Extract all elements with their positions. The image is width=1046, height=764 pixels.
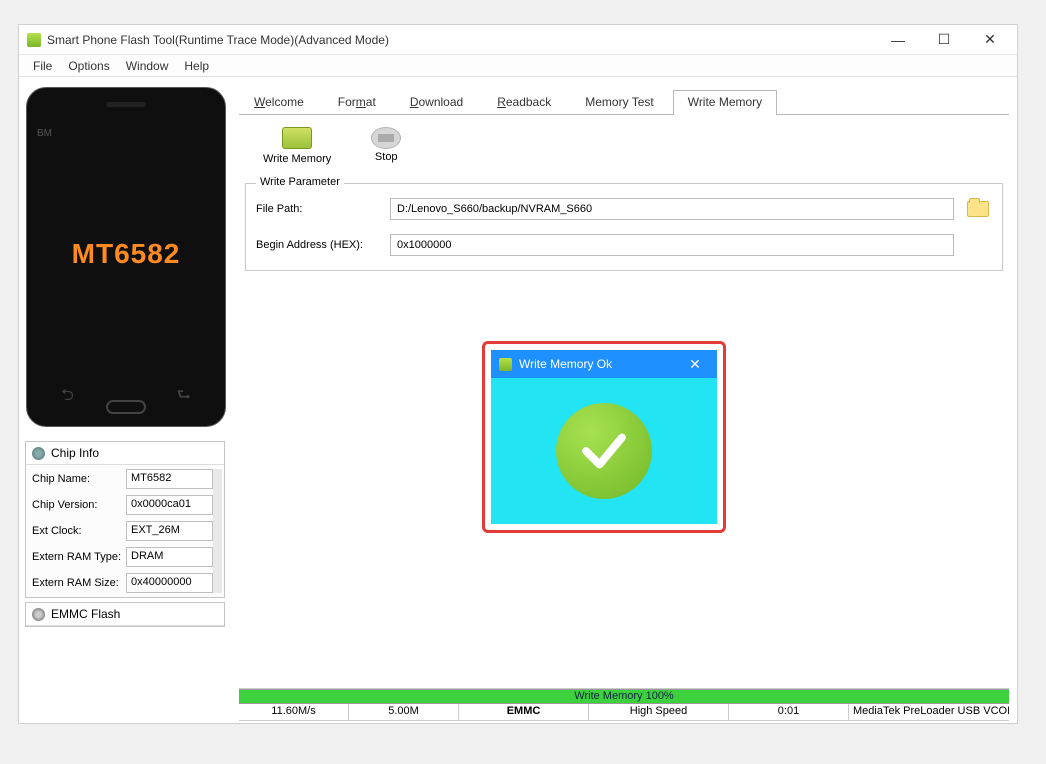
chip-info-header: Chip Info — [51, 446, 99, 460]
begin-address-input[interactable] — [390, 234, 954, 256]
tab-format[interactable]: Format — [323, 90, 391, 115]
ram-size-value: 0x40000000 — [126, 573, 213, 593]
status-speed: 11.60M/s — [239, 704, 349, 721]
phone-nav-right-icon: ⮑ — [177, 384, 191, 411]
phone-preview: BM MT6582 ⮌ ⮑ — [26, 87, 226, 427]
write-memory-ok-dialog: Write Memory Ok ✕ — [482, 341, 726, 533]
phone-home-icon — [106, 400, 146, 414]
status-time: 0:01 — [729, 704, 849, 721]
tab-memory-test[interactable]: Memory Test — [570, 90, 668, 115]
chip-info-panel: Chip Info Chip Name: MT6582 Chip Version… — [25, 441, 225, 598]
stop-icon — [371, 127, 401, 149]
progress-bar: Write Memory 100% — [239, 689, 1009, 704]
maximize-button[interactable]: ☐ — [921, 26, 967, 54]
minimize-button[interactable]: — — [875, 26, 921, 54]
folder-icon — [967, 201, 989, 217]
menu-help[interactable]: Help — [176, 57, 217, 75]
write-parameter-fieldset: Write Parameter File Path: Begin Address… — [245, 183, 1003, 271]
fieldset-legend: Write Parameter — [256, 176, 344, 188]
browse-button[interactable] — [964, 198, 992, 220]
phone-nav-left-icon: ⮌ — [61, 384, 74, 411]
gear-icon — [32, 608, 45, 621]
window-title: Smart Phone Flash Tool(Runtime Trace Mod… — [47, 33, 389, 47]
phone-bm: BM — [37, 128, 52, 139]
success-check-icon — [556, 403, 652, 499]
ext-clock-value: EXT_26M — [126, 521, 213, 541]
menubar: File Options Window Help — [19, 55, 1017, 77]
chip-name-label: Chip Name: — [32, 473, 126, 485]
ram-type-label: Extern RAM Type: — [32, 551, 126, 563]
menu-window[interactable]: Window — [118, 57, 177, 75]
status-bar: Write Memory 100% 11.60M/s 5.00M EMMC Hi… — [239, 688, 1009, 721]
dialog-titlebar[interactable]: Write Memory Ok ✕ — [491, 350, 717, 378]
titlebar[interactable]: Smart Phone Flash Tool(Runtime Trace Mod… — [19, 25, 1017, 55]
app-icon — [27, 33, 41, 47]
chip-icon — [32, 447, 45, 460]
tab-write-memory[interactable]: Write Memory — [673, 90, 777, 115]
file-path-label: File Path: — [256, 203, 380, 215]
chip-version-label: Chip Version: — [32, 499, 126, 511]
scrollbar[interactable] — [213, 469, 222, 593]
menu-file[interactable]: File — [25, 57, 60, 75]
ext-clock-label: Ext Clock: — [32, 525, 126, 537]
begin-address-label: Begin Address (HEX): — [256, 239, 380, 251]
dialog-body — [491, 378, 717, 524]
tab-download[interactable]: Download — [395, 90, 478, 115]
stop-button[interactable]: Stop — [371, 127, 401, 165]
emmc-panel: EMMC Flash — [25, 602, 225, 627]
status-highspeed: High Speed — [589, 704, 729, 721]
status-size: 5.00M — [349, 704, 459, 721]
dialog-close-button[interactable]: ✕ — [679, 352, 711, 376]
menu-options[interactable]: Options — [60, 57, 117, 75]
ram-size-label: Extern RAM Size: — [32, 577, 126, 589]
close-button[interactable]: ✕ — [967, 26, 1013, 54]
dialog-app-icon — [499, 358, 512, 371]
chip-write-icon — [282, 127, 312, 149]
chip-version-value: 0x0000ca01 — [126, 495, 213, 515]
emmc-header: EMMC Flash — [51, 607, 120, 621]
chip-name-value: MT6582 — [126, 469, 213, 489]
status-device: MediaTek PreLoader USB VCOM (Android) (C… — [849, 704, 1009, 721]
tab-welcome[interactable]: Welcome — [239, 90, 319, 115]
ram-type-value: DRAM — [126, 547, 213, 567]
dialog-title: Write Memory Ok — [519, 357, 612, 371]
phone-chip-label: MT6582 — [72, 238, 181, 270]
file-path-input[interactable] — [390, 198, 954, 220]
tabs: Welcome Format Download Readback Memory … — [239, 89, 1009, 115]
write-memory-button[interactable]: Write Memory — [263, 127, 331, 165]
sidebar: BM MT6582 ⮌ ⮑ Chip Info Chip Name: MT658… — [19, 77, 231, 721]
tab-readback[interactable]: Readback — [482, 90, 566, 115]
status-storage: EMMC — [459, 704, 589, 721]
